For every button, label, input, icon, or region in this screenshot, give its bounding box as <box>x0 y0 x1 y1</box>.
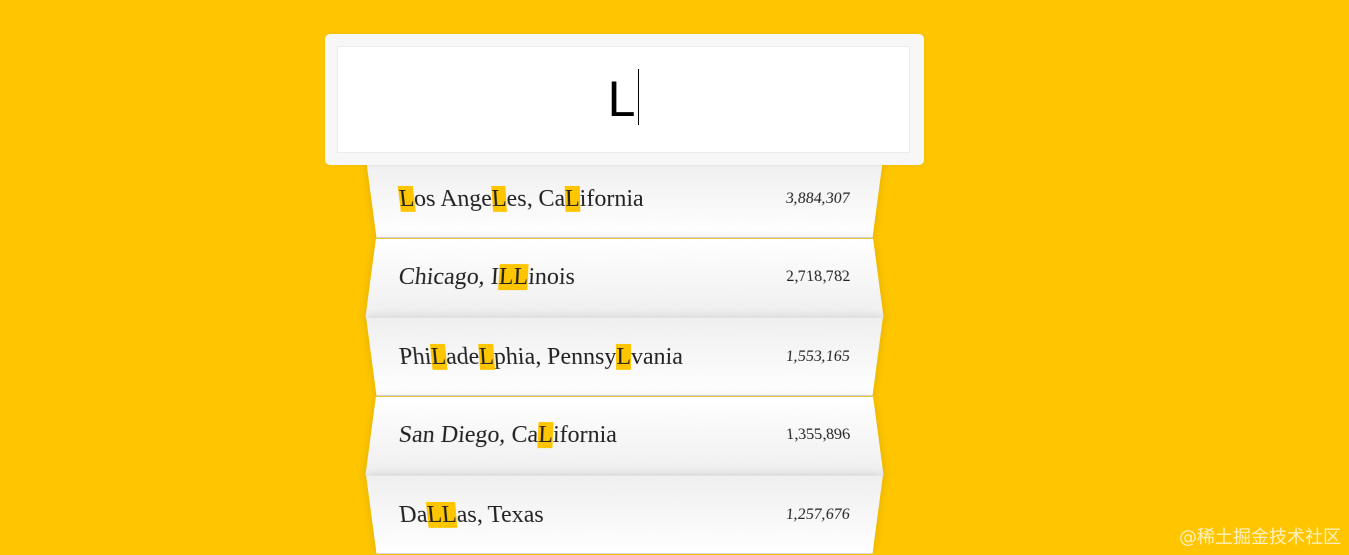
search-input-value: L <box>607 70 636 127</box>
population: 1,553,165 <box>785 347 851 365</box>
city-name: PhiLadeLphia, PennsyLvania <box>397 343 684 370</box>
city-name-text: os Ange <box>412 185 493 212</box>
population: 1,257,676 <box>785 505 851 523</box>
city-name-text: phia, Pennsy <box>492 343 617 370</box>
suggestion-item[interactable]: PhiLadeLphia, PennsyLvania 1,553,165 <box>366 317 883 397</box>
city-name: Los AngeLes, CaLifornia <box>397 185 644 212</box>
city-name-text: vania <box>630 343 684 370</box>
city-name-text: Phi <box>397 343 433 370</box>
suggestion-item[interactable]: San Diego, CaLifornia 1,355,896 <box>365 396 884 476</box>
city-name: San Diego, CaLifornia <box>397 421 618 449</box>
city-name-text: San Diego, Ca <box>397 421 539 448</box>
population: 2,718,782 <box>785 268 852 286</box>
match-highlight: L <box>564 185 581 212</box>
city-name-text: ifornia <box>552 421 618 448</box>
population: 1,355,896 <box>785 426 852 444</box>
city-name-text: ifornia <box>579 185 644 212</box>
match-highlight: LL <box>498 263 529 290</box>
population: 3,884,307 <box>785 189 851 207</box>
match-highlight: L <box>616 343 632 370</box>
city-name: DaLLas, Texas <box>398 501 544 528</box>
city-name-text: as, Texas <box>455 501 545 528</box>
suggestion-item[interactable]: DaLLas, Texas 1,257,676 <box>366 475 883 555</box>
search-form: L <box>325 34 924 165</box>
city-name-text: es, Ca <box>505 185 566 212</box>
match-highlight: LL <box>425 501 458 528</box>
city-name-text: ade <box>444 343 481 370</box>
watermark: @稀土掘金技术社区 <box>1179 527 1341 548</box>
city-name-text: inois <box>527 263 576 290</box>
city-name: Chicago, ILLinois <box>397 263 576 291</box>
match-highlight: L <box>537 421 554 448</box>
suggestion-item[interactable]: Los AngeLes, CaLifornia 3,884,307 <box>366 159 883 239</box>
suggestion-item[interactable]: Chicago, ILLinois 2,718,782 <box>365 238 884 318</box>
search-input[interactable]: L <box>337 46 910 153</box>
city-name-text: Da <box>397 501 429 528</box>
city-name-text: Chicago, I <box>397 263 500 290</box>
text-cursor <box>638 68 640 125</box>
